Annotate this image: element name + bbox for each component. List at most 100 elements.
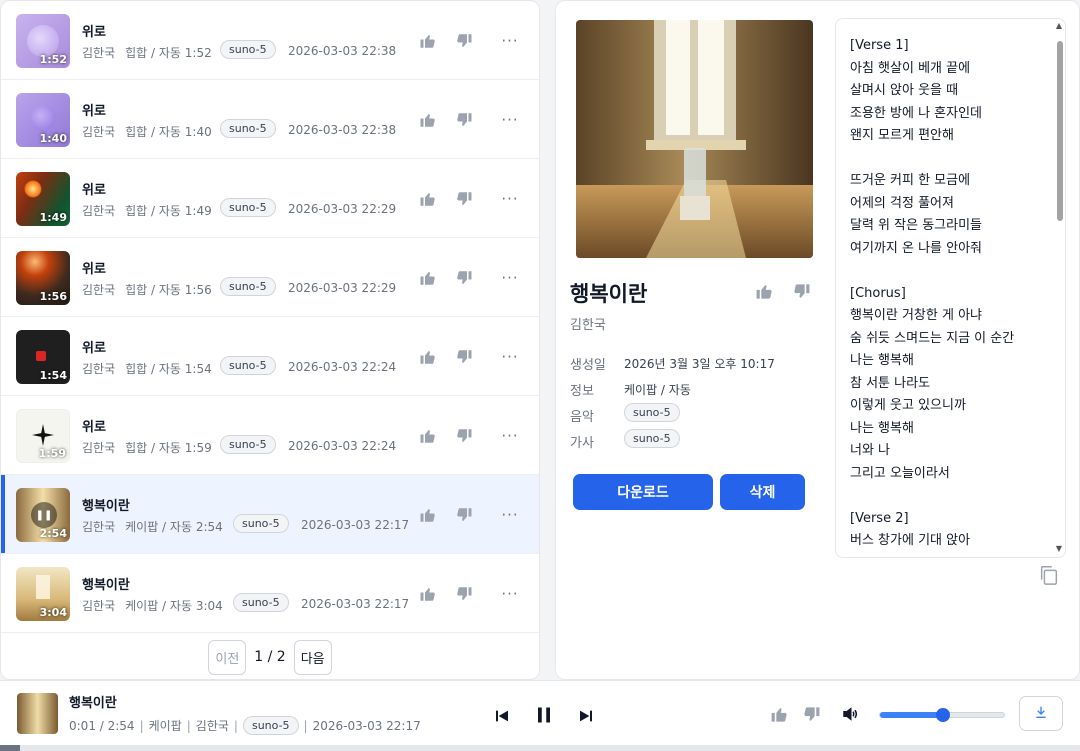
track-thumbnail[interactable]: 1:56 xyxy=(16,251,70,305)
model-badge: suno-5 xyxy=(220,356,276,375)
more-options-button[interactable]: ··· xyxy=(500,110,520,130)
track-detail-panel: 행복이란 김한국 생성일 2026년 3월 3일 오후 10:17 정보 케이팝… xyxy=(555,0,1080,680)
lyrics-line: [Verse 1] xyxy=(850,38,909,53)
volume-knob[interactable] xyxy=(936,708,950,722)
pagination: 이전 1 / 2 다음 xyxy=(1,634,539,679)
track-artist: 김한국 xyxy=(82,204,116,218)
track-thumbnail[interactable]: 1:52 xyxy=(16,14,70,68)
track-thumbnail[interactable]: 1:40 xyxy=(16,93,70,147)
lyrics-line: 조용한 방에 나 혼자인데 xyxy=(850,105,982,121)
track-meta: 김한국 힙합 / 자동 1:54 xyxy=(82,360,212,377)
thumbs-down-icon[interactable] xyxy=(454,31,474,51)
thumbs-down-icon[interactable] xyxy=(802,705,821,728)
lyrics-scrollbar[interactable] xyxy=(1057,41,1063,221)
track-date: 2026-03-03 22:24 xyxy=(288,439,397,453)
thumbs-up-icon[interactable] xyxy=(418,584,438,604)
track-row[interactable]: 3:04 행복이란 김한국 케이팝 / 자동 3:04 suno-5 2026-… xyxy=(1,554,539,633)
track-row[interactable]: 1:56 위로 김한국 힙합 / 자동 1:56 suno-5 2026-03-… xyxy=(1,238,539,317)
more-options-button[interactable]: ··· xyxy=(500,505,520,525)
info-label: 정보 xyxy=(570,384,594,399)
cover-art xyxy=(576,20,813,258)
thumbs-up-icon[interactable] xyxy=(418,268,438,288)
track-artist: 김한국 xyxy=(82,599,116,613)
more-options-button[interactable]: ··· xyxy=(500,31,520,51)
track-artist: 김한국 xyxy=(82,125,116,139)
next-page-button[interactable]: 다음 xyxy=(293,639,332,675)
thumbs-up-icon[interactable] xyxy=(418,426,438,446)
thumbs-down-icon[interactable] xyxy=(454,189,474,209)
download-button[interactable] xyxy=(1019,696,1063,731)
download-button[interactable]: 다운로드 xyxy=(573,474,713,510)
thumbs-down-icon[interactable] xyxy=(454,426,474,446)
copy-icon[interactable] xyxy=(1038,564,1060,590)
player-thumbnail xyxy=(17,693,58,734)
more-options-button[interactable]: ··· xyxy=(500,189,520,209)
lyrics-box[interactable]: [Verse 1] 아침 햇살이 베개 끝에 살며시 앉아 웃을 때 조용한 방에 나… xyxy=(835,18,1066,558)
thumbs-up-icon[interactable] xyxy=(770,705,789,728)
volume-icon[interactable] xyxy=(841,705,859,727)
track-duration: 1:54 xyxy=(39,369,67,382)
track-meta: 김한국 힙합 / 자동 1:40 xyxy=(82,123,212,140)
thumbs-down-icon[interactable] xyxy=(454,268,474,288)
track-length: 2:54 xyxy=(195,519,223,534)
volume-slider[interactable] xyxy=(879,708,1005,722)
lyrics-line: 나는 행복해 xyxy=(850,420,914,436)
track-title: 위로 xyxy=(82,25,106,40)
model-badge: suno-5 xyxy=(233,593,289,612)
track-row[interactable]: 1:49 위로 김한국 힙합 / 자동 1:49 suno-5 2026-03-… xyxy=(1,159,539,238)
track-thumbnail[interactable]: ❚❚ 2:54 xyxy=(16,488,70,542)
track-row[interactable]: 1:40 위로 김한국 힙합 / 자동 1:40 suno-5 2026-03-… xyxy=(1,80,539,159)
lyrics-line: 어제의 걱정 풀어져 xyxy=(850,195,954,211)
thumbs-down-icon[interactable] xyxy=(454,347,474,367)
lyrics-line: 버스 창가에 기대 앉아 xyxy=(850,533,971,548)
track-thumbnail[interactable]: 3:04 xyxy=(16,567,70,621)
lyrics-line: 너와 나 xyxy=(850,443,891,458)
thumbs-down-icon[interactable] xyxy=(792,282,811,305)
lyrics-text: [Verse 1] 아침 햇살이 베개 끝에 살며시 앉아 웃을 때 조용한 방에 나… xyxy=(850,35,1040,555)
track-length: 1:59 xyxy=(184,440,212,455)
track-row[interactable]: 1:54 위로 김한국 힙합 / 자동 1:54 suno-5 2026-03-… xyxy=(1,317,539,396)
prev-page-button[interactable]: 이전 xyxy=(208,639,247,675)
track-row[interactable]: 1:59 위로 김한국 힙합 / 자동 1:59 suno-5 2026-03-… xyxy=(1,396,539,475)
lyrics-line: 그리고 오늘이라서 xyxy=(850,465,950,481)
pause-icon[interactable] xyxy=(535,705,553,729)
track-thumbnail[interactable]: 1:59 xyxy=(16,409,70,463)
delete-button[interactable]: 삭제 xyxy=(720,474,805,510)
player-time: 0:01 / 2:54 xyxy=(69,718,135,733)
more-options-button[interactable]: ··· xyxy=(500,347,520,367)
lyrics-label: 가사 xyxy=(570,436,594,451)
thumbs-up-icon[interactable] xyxy=(418,110,438,130)
thumbs-down-icon[interactable] xyxy=(454,110,474,130)
thumbs-up-icon[interactable] xyxy=(418,189,438,209)
more-options-button[interactable]: ··· xyxy=(500,268,520,288)
thumbs-up-icon[interactable] xyxy=(418,347,438,367)
lyrics-line: 달력 위 작은 동그라미들 xyxy=(850,218,982,233)
thumbs-up-icon[interactable] xyxy=(418,505,438,525)
lyrics-line: 왠지 모르게 편안해 xyxy=(850,128,954,143)
track-duration: 1:59 xyxy=(38,447,66,460)
thumbs-up-icon[interactable] xyxy=(755,282,774,305)
thumbs-down-icon[interactable] xyxy=(454,584,474,604)
model-badge: suno-5 xyxy=(233,514,289,533)
pause-icon[interactable]: ❚❚ xyxy=(31,502,57,528)
track-thumbnail[interactable]: 1:54 xyxy=(16,330,70,384)
more-options-button[interactable]: ··· xyxy=(500,584,520,604)
more-options-button[interactable]: ··· xyxy=(500,426,520,446)
scroll-down-arrow-icon[interactable]: ▼ xyxy=(1056,544,1062,553)
thumbs-up-icon[interactable] xyxy=(418,31,438,51)
next-track-icon[interactable] xyxy=(578,708,594,728)
track-thumbnail[interactable]: 1:49 xyxy=(16,172,70,226)
model-badge: suno-5 xyxy=(220,119,276,138)
player-meta: 0:01 / 2:54 | 케이팝 | 김한국 | suno-5 | 2026-… xyxy=(69,716,421,735)
track-length: 1:54 xyxy=(184,361,212,376)
created-label: 생성일 xyxy=(570,358,606,373)
playback-progress[interactable] xyxy=(0,745,1080,751)
track-row-active[interactable]: ❚❚ 2:54 행복이란 김한국 케이팝 / 자동 2:54 suno-5 20… xyxy=(1,475,539,554)
track-duration: 3:04 xyxy=(39,606,67,619)
scroll-up-arrow-icon[interactable]: ▲ xyxy=(1056,21,1062,30)
track-genre: 힙합 / 자동 xyxy=(125,204,181,218)
thumbs-down-icon[interactable] xyxy=(454,505,474,525)
track-row[interactable]: 1:52 위로 김한국 힙합 / 자동 1:52 suno-5 2026-03-… xyxy=(1,1,539,80)
model-badge: suno-5 xyxy=(220,40,276,59)
previous-track-icon[interactable] xyxy=(494,708,510,728)
